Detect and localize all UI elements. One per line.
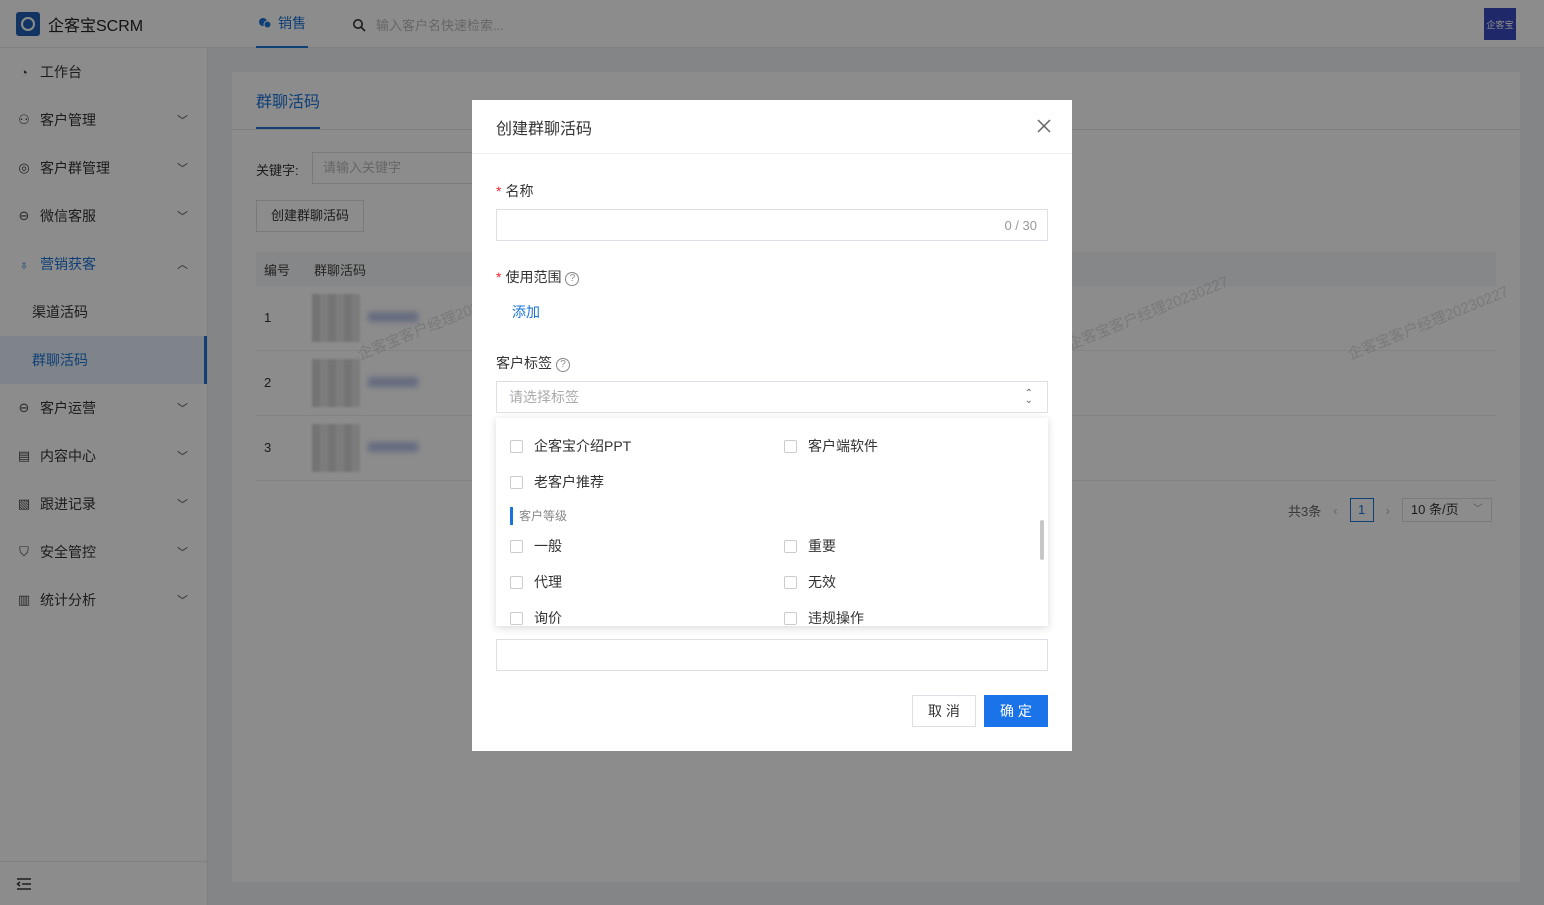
scope-label: * 使用范围?	[496, 267, 580, 287]
text-input[interactable]	[496, 639, 1048, 671]
confirm-button[interactable]: 确 定	[984, 695, 1048, 727]
tag-option[interactable]: 违规操作	[784, 608, 864, 626]
name-label-text: 名称	[505, 183, 534, 199]
tag-option-label: 重要	[808, 538, 836, 554]
tag-option[interactable]: 企客宝介绍PPT	[510, 436, 631, 456]
tag-option[interactable]: 无效	[784, 572, 836, 592]
tag-group-title: 客户等级	[510, 507, 567, 525]
checkbox[interactable]	[510, 475, 523, 489]
tag-option-label: 客户端软件	[808, 438, 878, 454]
scope-label-text: 使用范围	[505, 269, 562, 285]
help-icon[interactable]: ?	[556, 358, 570, 372]
tag-option-label: 代理	[534, 574, 562, 590]
tag-option[interactable]: 代理	[510, 572, 562, 592]
checkbox[interactable]	[784, 439, 797, 453]
tag-option-label: 无效	[808, 574, 836, 590]
select-arrows-icon: ⌃ ⌄	[1024, 388, 1033, 406]
dropdown-scrollbar[interactable]	[1040, 520, 1044, 560]
tag-label: 客户标签?	[496, 353, 570, 373]
tag-dropdown: 企客宝介绍PPT 客户端软件 老客户推荐 客户等级 一般 重要 代理 无效 询价…	[496, 418, 1048, 626]
checkbox[interactable]	[510, 575, 523, 589]
dialog-header: 创建群聊活码	[472, 100, 1072, 154]
checkbox[interactable]	[510, 539, 523, 553]
tag-option-label: 违规操作	[808, 610, 864, 626]
tag-option-label: 老客户推荐	[534, 474, 604, 490]
checkbox[interactable]	[510, 439, 523, 453]
tag-option[interactable]: 客户端软件	[784, 436, 878, 456]
name-input[interactable]: 0 / 30	[496, 209, 1048, 241]
name-label: * 名称	[496, 181, 533, 201]
tag-select-placeholder: 请选择标签	[509, 389, 579, 405]
required-mark: *	[496, 269, 502, 285]
tag-option[interactable]: 一般	[510, 536, 562, 556]
tag-label-text: 客户标签	[496, 355, 552, 371]
close-icon[interactable]	[1036, 118, 1052, 134]
tag-option-label: 询价	[534, 610, 562, 626]
checkbox[interactable]	[784, 539, 797, 553]
tag-option[interactable]: 询价	[510, 608, 562, 626]
cancel-button[interactable]: 取 消	[912, 695, 976, 727]
add-scope-link[interactable]: 添加	[512, 302, 540, 322]
checkbox[interactable]	[784, 575, 797, 589]
dialog-title: 创建群聊活码	[496, 120, 593, 138]
char-counter: 0 / 30	[1004, 218, 1037, 233]
tag-select[interactable]: 请选择标签 ⌃ ⌄	[496, 381, 1048, 413]
tag-option[interactable]: 老客户推荐	[510, 472, 604, 492]
required-mark: *	[496, 183, 502, 199]
help-icon[interactable]: ?	[565, 272, 580, 286]
tag-option-label: 一般	[534, 538, 562, 554]
checkbox[interactable]	[510, 611, 523, 625]
tag-option-label: 企客宝介绍PPT	[534, 438, 632, 454]
checkbox[interactable]	[784, 611, 797, 625]
tag-option[interactable]: 重要	[784, 536, 836, 556]
